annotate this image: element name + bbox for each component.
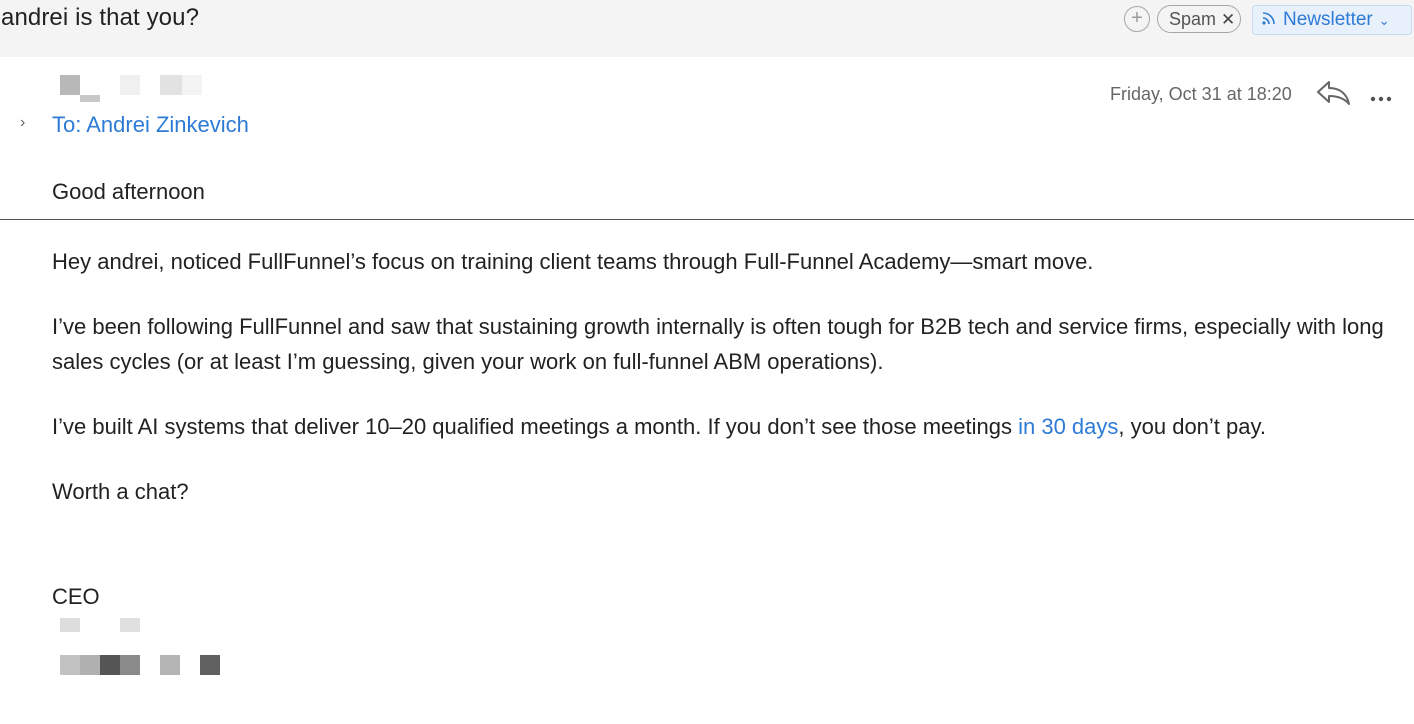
body-paragraph: Worth a chat? [52,479,189,504]
newsletter-tag[interactable]: Newsletter ⌄ [1252,5,1412,35]
reply-icon[interactable] [1316,79,1352,112]
rss-icon [1262,12,1275,25]
chevron-down-icon[interactable]: ⌄ [1379,13,1390,28]
email-body: Hey andrei, noticed FullFunnel’s focus o… [52,244,1392,539]
offer-text-after: , you don’t pay. [1118,414,1266,439]
more-options-icon[interactable] [1369,90,1393,108]
signature-redacted [60,618,230,678]
offer-text-before: I’ve built AI systems that deliver 10–20… [52,414,1019,439]
body-paragraph: I’ve been following FullFunnel and saw t… [52,314,1384,374]
sender-name-redacted [60,75,202,103]
divider [0,219,1414,220]
subject-bar: andrei is that you? + Spam ✕ Newsletter ⌄ [0,0,1414,40]
newsletter-tag-label: Newsletter [1283,9,1373,30]
email-subject: andrei is that you? [1,4,200,31]
add-tag-button[interactable]: + [1124,6,1150,32]
spam-tag-label: Spam [1169,9,1217,29]
recipient-line[interactable]: To: Andrei Zinkevich [52,112,249,138]
body-paragraph: Hey andrei, noticed FullFunnel’s focus o… [52,249,1094,274]
email-greeting: Good afternoon [52,179,205,204]
spam-tag[interactable]: Spam ✕ [1157,5,1241,33]
deadline-link[interactable]: in 30 days [1018,414,1118,439]
expand-recipients-icon[interactable]: › [20,114,25,132]
message-date: Friday, Oct 31 at 18:20 [1110,84,1292,104]
body-paragraph-offer: I’ve built AI systems that deliver 10–20… [52,409,1392,444]
close-icon[interactable]: ✕ [1221,10,1235,29]
signature-title: CEO [52,584,100,609]
